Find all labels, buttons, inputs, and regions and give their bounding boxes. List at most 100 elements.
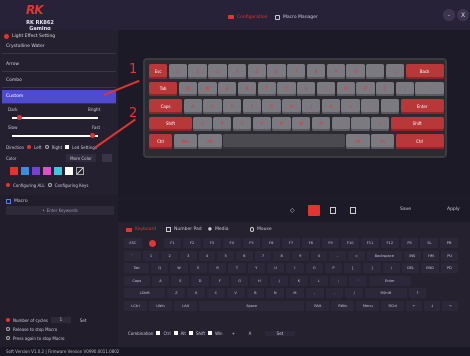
color-swatch[interactable] — [54, 167, 62, 175]
keycap[interactable]: Enter — [400, 99, 444, 114]
effect-item[interactable]: Arrow — [2, 58, 116, 72]
escape-indicator-icon[interactable] — [144, 238, 162, 248]
keycap[interactable]: K — [321, 99, 341, 114]
keycap[interactable]: Esc — [149, 64, 168, 79]
virtual-key[interactable]: C — [207, 288, 225, 298]
keycap[interactable]: ] — [395, 81, 415, 96]
virtual-key[interactable]: K — [290, 275, 308, 286]
color-swatch[interactable] — [65, 167, 73, 175]
keycap[interactable]: S — [203, 99, 222, 114]
virtual-key[interactable]: F1 — [163, 238, 182, 248]
virtual-key[interactable]: - — [329, 250, 346, 261]
tab-macro-manager[interactable]: Macro Manager — [275, 12, 335, 22]
effect-item-selected[interactable]: Custom — [2, 90, 116, 104]
keycap[interactable]: V — [252, 116, 271, 131]
virtual-key[interactable]: F8 — [301, 238, 320, 248]
virtual-key[interactable]: , — [305, 288, 324, 298]
virtual-key[interactable]: B — [246, 288, 265, 298]
virtual-key[interactable]: INS — [404, 250, 421, 261]
virtual-key[interactable]: ← — [406, 300, 423, 311]
virtual-key[interactable]: Enter — [369, 275, 411, 286]
keycap[interactable]: Fn — [371, 134, 395, 149]
keycap[interactable]: 2 — [188, 64, 207, 79]
keycap[interactable]: Tab — [149, 81, 178, 96]
virtual-key[interactable]: PU — [441, 250, 458, 261]
virtual-key[interactable]: W — [170, 263, 188, 273]
keycap[interactable]: Ctrl — [149, 134, 173, 149]
keycap[interactable]: T — [257, 81, 276, 96]
virtual-key[interactable]: F10 — [341, 238, 360, 248]
keycap[interactable]: J — [301, 99, 321, 114]
virtual-key[interactable]: Menu — [356, 300, 380, 311]
virtual-key[interactable]: ] — [363, 263, 381, 273]
macro-search[interactable]: • Enter Keywords — [6, 206, 114, 215]
virtual-key[interactable]: 3 — [180, 250, 197, 261]
virtual-key[interactable]: 8 — [273, 250, 290, 261]
copy-icon[interactable] — [330, 207, 336, 214]
virtual-key[interactable]: 6 — [236, 250, 253, 261]
keycap[interactable]: L — [341, 99, 360, 114]
keycap[interactable]: 3 — [208, 64, 227, 79]
virtual-key[interactable]: T — [228, 263, 246, 273]
keycap[interactable]: H — [282, 99, 301, 114]
virtual-key[interactable]: HM — [422, 250, 440, 261]
keycap[interactable]: B — [272, 116, 291, 131]
keycap[interactable]: ' — [380, 99, 400, 114]
keycap[interactable]: N — [292, 116, 311, 131]
keycap[interactable]: Y — [277, 81, 296, 96]
keycap[interactable]: \ — [415, 81, 444, 96]
virtual-key[interactable]: F3 — [203, 238, 221, 248]
virtual-key[interactable]: = — [348, 250, 365, 261]
virtual-key[interactable]: ` — [124, 250, 141, 261]
tab-mouse[interactable]: Mouse — [250, 225, 272, 234]
keycap[interactable]: X — [213, 116, 232, 131]
virtual-key[interactable]: [ — [344, 263, 362, 273]
color-swatch[interactable] — [21, 167, 29, 175]
virtual-key[interactable]: PS — [400, 238, 419, 248]
keycap[interactable]: 9 — [326, 64, 345, 79]
keycap[interactable]: Alt — [346, 134, 370, 149]
virtual-key[interactable]: J — [270, 275, 288, 286]
virtual-key[interactable]: 2 — [161, 250, 178, 261]
virtual-key[interactable]: 0 — [310, 250, 328, 261]
minimize-button[interactable]: - — [443, 9, 455, 21]
virtual-key[interactable]: PD — [440, 263, 458, 273]
virtual-key[interactable]: 9 — [292, 250, 309, 261]
keycap[interactable]: G — [262, 99, 281, 114]
virtual-key[interactable]: O — [305, 263, 323, 273]
combination-key-input[interactable]: A — [238, 331, 262, 336]
virtual-key[interactable]: Backspace — [366, 250, 402, 261]
keycap[interactable]: E — [218, 81, 237, 96]
keycap[interactable]: 5 — [247, 64, 266, 79]
virtual-key[interactable]: ' — [349, 275, 368, 286]
ctrl-checkbox[interactable] — [156, 331, 161, 335]
virtual-key[interactable]: ↓ — [424, 300, 441, 311]
brightness-slider-handle[interactable] — [17, 115, 22, 120]
color-swatch[interactable] — [32, 167, 40, 175]
virtual-key[interactable]: F4 — [222, 238, 241, 248]
alt-checkbox[interactable] — [173, 331, 178, 335]
keycap[interactable]: Back — [405, 64, 444, 79]
tab-keyboard[interactable]: Keyboard — [126, 225, 156, 234]
keycap[interactable]: = — [385, 64, 405, 79]
virtual-key[interactable]: Tab — [124, 263, 150, 273]
virtual-key[interactable]: LWin — [149, 300, 173, 311]
eyedropper-icon[interactable] — [76, 167, 84, 175]
keycap[interactable]: I — [316, 81, 336, 96]
diamond-icon[interactable]: ◇ — [290, 207, 298, 215]
virtual-key[interactable]: Y — [247, 263, 265, 273]
keycap[interactable]: R — [237, 81, 257, 96]
virtual-key[interactable]: E — [189, 263, 207, 273]
virtual-key[interactable]: M — [286, 288, 304, 298]
virtual-key[interactable]: RShift — [365, 288, 407, 298]
keycap[interactable]: / — [371, 116, 390, 131]
virtual-key[interactable]: V — [226, 288, 245, 298]
virtual-key[interactable]: S — [171, 275, 190, 286]
delete-icon[interactable] — [308, 205, 320, 216]
virtual-key[interactable]: F12 — [380, 238, 399, 248]
virtual-key[interactable]: F2 — [183, 238, 202, 248]
virtual-key[interactable]: Caps — [124, 275, 150, 286]
virtual-key[interactable]: X — [187, 288, 205, 298]
virtual-key[interactable]: \ — [382, 263, 401, 273]
keycap[interactable]: 0 — [346, 64, 365, 79]
